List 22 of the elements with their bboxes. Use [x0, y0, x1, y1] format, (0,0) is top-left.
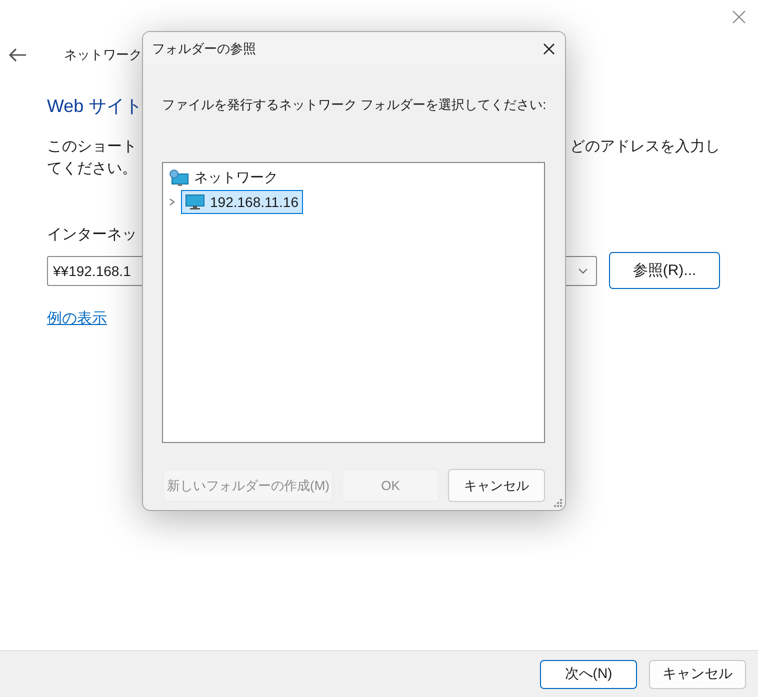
expand-chevron-icon[interactable] [168, 198, 176, 206]
close-icon[interactable] [543, 42, 555, 54]
description-text: どのアドレスを入力し [570, 137, 721, 157]
tree-item[interactable]: 192.168.11.16 [181, 190, 302, 214]
network-icon [169, 169, 189, 187]
resize-grip-icon[interactable] [553, 498, 563, 508]
wizard-title: ネットワーク [64, 46, 142, 64]
examples-link[interactable]: 例の表示 [47, 309, 107, 328]
browse-button[interactable]: 参照(R)... [609, 252, 720, 289]
next-button[interactable]: 次へ(N) [540, 660, 637, 688]
instruction-text: ファイルを発行するネットワーク フォルダーを選択してください: [162, 96, 548, 114]
cancel-button[interactable]: キャンセル [649, 660, 746, 688]
dialog-title: フォルダーの参照 [152, 40, 256, 58]
dropdown-chevron-icon[interactable] [578, 268, 588, 274]
address-label: インターネッ [47, 225, 138, 245]
tree-item[interactable]: ネットワーク [165, 166, 282, 190]
description-text: てください。 [47, 159, 138, 179]
cancel-button[interactable]: キャンセル [448, 469, 545, 502]
page-heading: Web サイト [47, 95, 143, 118]
description-text: このショート [47, 137, 138, 157]
computer-icon [185, 194, 205, 210]
back-arrow-icon[interactable] [9, 48, 27, 62]
